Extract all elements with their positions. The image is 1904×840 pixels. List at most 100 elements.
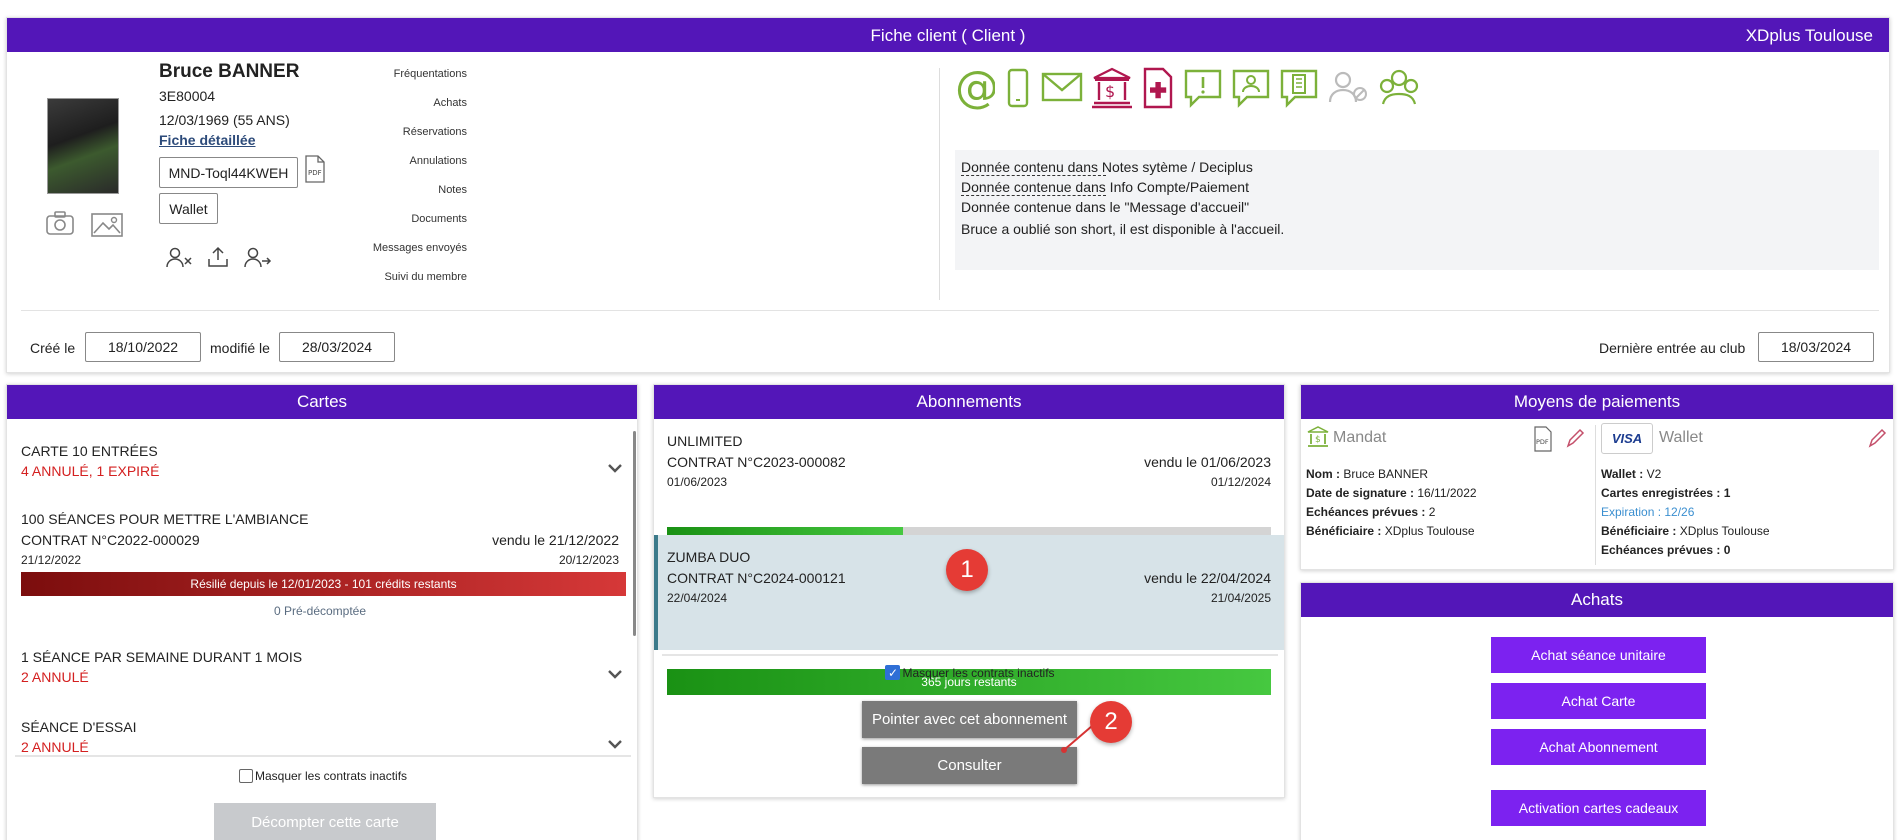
menu-item-suivi[interactable]: Suivi du membre xyxy=(337,271,467,300)
menu-item-notes[interactable]: Notes xyxy=(337,184,467,213)
wallet-ben-label: Bénéficiaire : xyxy=(1601,524,1677,538)
hide-inactive-label: Masquer les contrats inactifs xyxy=(902,665,1055,680)
svg-text:PDF: PDF xyxy=(1536,438,1549,446)
mandat-label: Mandat xyxy=(1333,429,1387,446)
group-icon[interactable] xyxy=(1377,66,1421,110)
chevron-down-icon[interactable] xyxy=(607,737,623,755)
carte-item-name[interactable]: SÉANCE D'ESSAI xyxy=(21,719,137,735)
activation-cadeaux-button[interactable]: Activation cartes cadeaux xyxy=(1491,790,1706,826)
vertical-divider xyxy=(939,68,940,300)
abonnement-item-name[interactable]: ZUMBA DUO xyxy=(667,549,750,565)
abonnement-item-start: 01/06/2023 xyxy=(667,475,728,489)
notes-line-3: Donnée contenue dans le "Message d'accue… xyxy=(961,199,1250,215)
chevron-down-icon[interactable] xyxy=(607,461,623,479)
last-entry-date-field[interactable]: 18/03/2024 xyxy=(1758,332,1874,362)
created-label: Créé le xyxy=(30,340,76,356)
mandat-ben: XDplus Toulouse xyxy=(1384,524,1475,538)
alert-message-icon[interactable] xyxy=(1183,66,1223,110)
achat-abonnement-button[interactable]: Achat Abonnement xyxy=(1491,729,1706,765)
svg-text:@: @ xyxy=(955,66,995,110)
carte-item-pre: 0 Pré-décomptée xyxy=(273,604,367,618)
carte-item-name[interactable]: 100 SÉANCES POUR METTRE L'AMBIANCE xyxy=(21,511,308,527)
user-blocked-icon[interactable] xyxy=(1327,66,1369,110)
wallet-ech-label: Echéances prévues : xyxy=(1601,543,1721,557)
client-card-header: Fiche client ( Client ) XDplus Toulouse xyxy=(7,18,1889,52)
wallet-exp: 12/26 xyxy=(1664,505,1695,519)
client-code: 3E80004 xyxy=(159,88,216,104)
visa-text: VISA xyxy=(1611,431,1643,446)
client-card: Fiche client ( Client ) XDplus Toulouse … xyxy=(6,17,1890,373)
envelope-icon[interactable] xyxy=(1041,66,1083,110)
menu-item-messages[interactable]: Messages envoyés xyxy=(337,242,467,271)
carte-item-status: 4 ANNULÉ, 1 EXPIRÉ xyxy=(21,463,160,479)
user-message-icon[interactable] xyxy=(1231,66,1271,110)
carte-item-name[interactable]: 1 SÉANCE PAR SEMAINE DURANT 1 MOIS xyxy=(21,649,302,665)
abonnement-item-name[interactable]: UNLIMITED xyxy=(667,433,742,449)
achat-carte-button[interactable]: Achat Carte xyxy=(1491,683,1706,719)
pointer-button[interactable]: Pointer avec cet abonnement xyxy=(862,701,1077,738)
created-date-field[interactable]: 18/10/2022 xyxy=(85,332,201,362)
cartes-header: Cartes xyxy=(7,385,637,419)
carte-item-name[interactable]: CARTE 10 ENTRÉES xyxy=(21,443,158,459)
carte-item-start: 21/12/2022 xyxy=(21,553,82,567)
edit-pencil-icon[interactable] xyxy=(1867,427,1887,454)
menu-item-documents[interactable]: Documents xyxy=(337,213,467,242)
bank-icon[interactable]: $ xyxy=(1091,66,1133,110)
menu-item-reservations[interactable]: Réservations xyxy=(337,126,467,155)
paiements-panel: Moyens de paiements $ Mandat PDF Nom : B… xyxy=(1300,384,1894,570)
menu-item-frequentations[interactable]: Fréquentations xyxy=(337,68,467,97)
abonnements-divider xyxy=(662,654,1278,656)
hide-inactive-label: Masquer les contrats inactifs xyxy=(254,769,408,783)
mobile-icon[interactable] xyxy=(1003,66,1033,110)
mandate-id-button[interactable]: MND-Toql44KWEH xyxy=(159,157,298,188)
client-photo[interactable] xyxy=(47,98,119,194)
cartes-list: CARTE 10 ENTRÉES 4 ANNULÉ, 1 EXPIRÉ 100 … xyxy=(7,419,636,755)
upload-icon[interactable] xyxy=(207,246,229,273)
cartes-hide-inactive: Masquer les contrats inactifs xyxy=(7,769,639,783)
pdf-icon[interactable]: PDF xyxy=(1533,426,1553,457)
hide-inactive-checkbox[interactable] xyxy=(238,769,253,783)
carte-item-status-bar: Résilié depuis le 12/01/2023 - 101 crédi… xyxy=(21,572,626,596)
pdf-icon[interactable]: PDF xyxy=(304,155,326,188)
wallet-version: V2 xyxy=(1646,467,1662,481)
camera-icon[interactable] xyxy=(45,210,75,241)
notes-line-4: Bruce a oublié son short, il est disponi… xyxy=(961,221,1285,237)
consulter-button[interactable]: Consulter xyxy=(862,747,1077,784)
user-remove-icon[interactable] xyxy=(165,247,193,274)
last-entry-label: Dernière entrée au club xyxy=(1599,340,1746,356)
annotation-badge-1: 1 xyxy=(946,549,988,591)
carte-item-end: 20/12/2023 xyxy=(558,553,619,567)
notes-line-1: Donnée contenu dans Notes sytème / Decip… xyxy=(961,159,1253,175)
wallet-label: Wallet xyxy=(1659,429,1703,446)
hide-inactive-checkbox-checked[interactable]: ✓ xyxy=(885,665,901,680)
annotation-badge-2: 2 xyxy=(1090,701,1132,743)
wallet-wallet-label: Wallet : xyxy=(1601,467,1644,481)
carte-item-status-bar-text: Résilié depuis le 12/01/2023 - 101 crédi… xyxy=(190,577,457,591)
abonnement-item-contract: CONTRAT N°C2023-000082 xyxy=(667,454,846,470)
mandat-nom: Bruce BANNER xyxy=(1343,467,1429,481)
abonnement-item-sold: vendu le 01/06/2023 xyxy=(1144,454,1271,470)
abonnement-item-contract: CONTRAT N°C2024-000121 xyxy=(667,570,846,586)
client-notes: Donnée contenu dans Notes sytème / Decip… xyxy=(955,150,1879,270)
chevron-down-icon[interactable] xyxy=(607,667,623,685)
menu-item-achats[interactable]: Achats xyxy=(337,97,467,126)
svg-text:$: $ xyxy=(1315,435,1321,445)
email-icon[interactable]: @ xyxy=(955,66,995,110)
building-message-icon[interactable] xyxy=(1279,66,1319,110)
wallet-cards: 1 xyxy=(1723,486,1731,500)
abonnement-item-end: 21/04/2025 xyxy=(1210,591,1271,605)
decompter-button[interactable]: Décompter cette carte xyxy=(214,803,436,840)
detail-link[interactable]: Fiche détaillée xyxy=(159,132,255,148)
achat-seance-button[interactable]: Achat séance unitaire xyxy=(1491,637,1706,673)
visa-card-icon: VISA xyxy=(1601,423,1653,454)
wallet-button[interactable]: Wallet xyxy=(159,193,218,224)
client-birthdate: 12/03/1969 (55 ANS) xyxy=(159,112,290,128)
modified-date-field[interactable]: 28/03/2024 xyxy=(279,332,395,362)
user-transfer-icon[interactable] xyxy=(243,247,273,274)
menu-item-annulations[interactable]: Annulations xyxy=(337,155,468,184)
cartes-scrollbar[interactable] xyxy=(633,431,636,636)
image-icon[interactable] xyxy=(91,213,123,242)
svg-text:PDF: PDF xyxy=(308,169,322,177)
medical-file-icon[interactable] xyxy=(1141,66,1175,110)
edit-pencil-icon[interactable] xyxy=(1565,427,1585,454)
